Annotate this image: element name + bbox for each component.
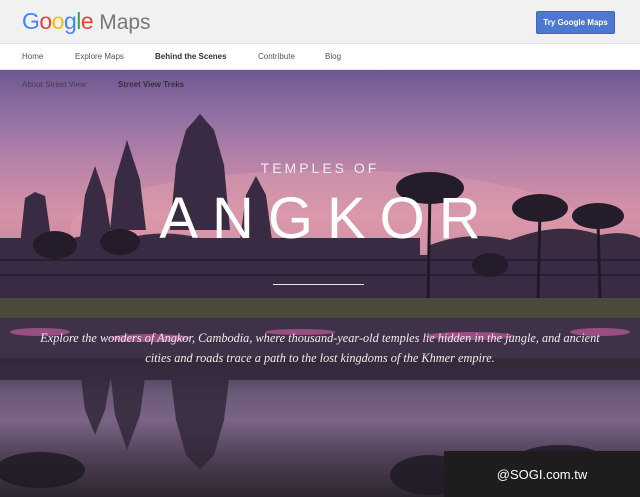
hero-banner: About Street View Street View Treks TEMP… — [0, 70, 640, 497]
hero-title: ANGKOR — [159, 186, 495, 251]
sogi-watermark: @SOGI.com.tw — [444, 451, 640, 497]
google-maps-logo[interactable]: Google Maps — [22, 8, 151, 35]
maps-wordmark: Maps — [99, 11, 151, 34]
nav-item-home[interactable]: Home — [22, 52, 43, 61]
hero-divider — [273, 284, 364, 285]
main-nav: Home Explore Maps Behind the Scenes Cont… — [0, 44, 640, 70]
nav-item-behind-the-scenes[interactable]: Behind the Scenes — [155, 52, 227, 61]
nav-item-blog[interactable]: Blog — [325, 52, 341, 61]
subnav-item-about-street-view[interactable]: About Street View — [22, 80, 86, 89]
hero-kicker: TEMPLES OF — [260, 160, 380, 176]
top-header: Google Maps Try Google Maps — [0, 0, 640, 44]
nav-item-explore-maps[interactable]: Explore Maps — [75, 52, 124, 61]
try-google-maps-button[interactable]: Try Google Maps — [536, 11, 615, 34]
nav-item-contribute[interactable]: Contribute — [258, 52, 295, 61]
hero-description: Explore the wonders of Angkor, Cambodia,… — [40, 331, 600, 365]
subnav-item-street-view-treks[interactable]: Street View Treks — [118, 80, 184, 89]
google-wordmark: Google — [22, 8, 94, 34]
